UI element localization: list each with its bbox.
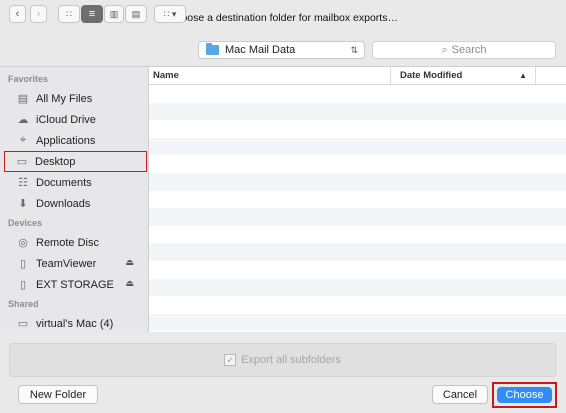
sidebar-item-label: All My Files xyxy=(36,92,93,105)
search-placeholder: Search xyxy=(451,44,487,56)
empty-row xyxy=(149,191,566,209)
back-button[interactable]: ‹ xyxy=(9,5,26,23)
column-header-name[interactable]: Name xyxy=(149,67,391,84)
sidebar-item-desktop[interactable]: ▭ Desktop xyxy=(4,151,147,172)
empty-row xyxy=(149,313,566,332)
sidebar-item-label: TeamViewer xyxy=(36,257,97,270)
sidebar-item-label: EXT STORAGE xyxy=(36,278,114,291)
empty-row xyxy=(149,208,566,226)
sort-ascending-icon: ▲ xyxy=(519,71,527,80)
devices-header: Devices xyxy=(8,218,43,228)
all-files-icon: ▤ xyxy=(17,93,29,105)
drive-icon: ▯ xyxy=(19,279,27,291)
sidebar-item-teamviewer[interactable]: ▯ TeamViewer ⏏ xyxy=(0,253,148,274)
sidebar-item-virtual-mac[interactable]: ▭ virtual's Mac (4) xyxy=(0,313,148,334)
eject-icon[interactable]: ⏏ xyxy=(125,278,134,289)
new-folder-button[interactable]: New Folder xyxy=(18,385,98,404)
desktop-icon: ▭ xyxy=(16,156,28,168)
list-view-button[interactable]: ≡ xyxy=(81,5,103,23)
coverflow-view-button[interactable]: ▤ xyxy=(125,5,147,23)
location-label: Mac Mail Data xyxy=(225,44,296,56)
empty-row xyxy=(149,102,566,121)
columns-icon: ▥ xyxy=(109,8,119,19)
empty-row xyxy=(149,172,566,191)
list-icon: ≡ xyxy=(88,8,96,20)
choose-button-highlight: Choose xyxy=(492,382,557,408)
location-popup[interactable]: Mac Mail Data ⇅ xyxy=(198,41,365,59)
empty-row xyxy=(149,296,566,314)
sidebar-item-all-my-files[interactable]: ▤ All My Files xyxy=(0,88,148,109)
empty-row xyxy=(149,261,566,279)
sidebar-item-label: Downloads xyxy=(36,197,91,210)
column-view-button[interactable]: ▥ xyxy=(104,5,124,23)
sidebar-item-label: Documents xyxy=(36,176,92,189)
sidebar-item-label: Desktop xyxy=(35,155,76,168)
empty-row xyxy=(149,85,566,103)
sidebar-item-icloud-drive[interactable]: ☁ iCloud Drive xyxy=(0,109,148,130)
export-subfolders-label: Export all subfolders xyxy=(241,354,341,366)
empty-row xyxy=(149,226,566,244)
coverflow-icon: ▤ xyxy=(131,8,141,19)
chevron-right-icon: › xyxy=(36,8,41,20)
sidebar-item-documents[interactable]: ☷ Documents xyxy=(0,172,148,193)
column-header-date-modified[interactable]: Date Modified ▲ xyxy=(391,67,536,84)
sidebar-item-downloads[interactable]: ⬇ Downloads xyxy=(0,193,148,214)
folder-icon xyxy=(206,43,219,55)
file-list[interactable]: Name Date Modified ▲ xyxy=(149,67,566,332)
search-icon: ⌕ xyxy=(441,43,448,56)
sidebar-item-ext-storage[interactable]: ▯ EXT STORAGE ⏏ xyxy=(0,274,148,295)
list-header: Name Date Modified ▲ xyxy=(149,67,566,85)
downloads-icon: ⬇ xyxy=(18,198,28,210)
empty-row xyxy=(149,120,566,138)
drive-icon: ▯ xyxy=(19,258,27,270)
empty-row xyxy=(149,137,566,156)
disc-icon: ◎ xyxy=(18,237,28,249)
updown-chevron-icon: ⇅ xyxy=(350,44,358,55)
sidebar: Favorites ▤ All My Files ☁ iCloud Drive ⌖ A… xyxy=(0,67,149,332)
documents-icon: ☷ xyxy=(18,177,28,189)
forward-button[interactable]: › xyxy=(30,5,47,23)
sidebar-item-remote-disc[interactable]: ◎ Remote Disc xyxy=(0,232,148,253)
cloud-icon: ☁ xyxy=(17,114,29,126)
file-chooser-dialog: Choose a destination folder for mailbox … xyxy=(0,0,566,413)
empty-row xyxy=(149,155,566,173)
checkmark-icon[interactable]: ✓ xyxy=(224,354,237,366)
chevron-left-icon: ‹ xyxy=(15,8,20,20)
search-input[interactable]: ⌕ Search xyxy=(372,41,556,59)
sidebar-item-label: Remote Disc xyxy=(36,236,99,249)
column-header-label: Date Modified xyxy=(400,70,463,81)
eject-icon[interactable]: ⏏ xyxy=(125,257,134,268)
computer-icon: ▭ xyxy=(17,318,29,330)
empty-row xyxy=(149,243,566,261)
sidebar-item-label: Applications xyxy=(36,134,96,147)
arrange-icon: ∷ ▾ xyxy=(163,8,177,19)
sidebar-item-applications[interactable]: ⌖ Applications xyxy=(0,130,148,151)
favorites-header: Favorites xyxy=(8,74,49,84)
arrange-button[interactable]: ∷ ▾ xyxy=(154,5,186,23)
sidebar-item-label: virtual's Mac (4) xyxy=(36,317,114,330)
icon-view-button[interactable]: ∷ xyxy=(58,5,80,23)
sidebar-item-label: iCloud Drive xyxy=(36,113,96,126)
applications-icon: ⌖ xyxy=(19,134,27,146)
choose-button[interactable]: Choose xyxy=(497,387,552,403)
shared-header: Shared xyxy=(8,299,39,309)
grid-icon: ∷ xyxy=(66,8,72,19)
cancel-button[interactable]: Cancel xyxy=(432,385,488,404)
options-panel: ✓ Export all subfolders xyxy=(9,343,556,377)
empty-row xyxy=(149,278,566,297)
